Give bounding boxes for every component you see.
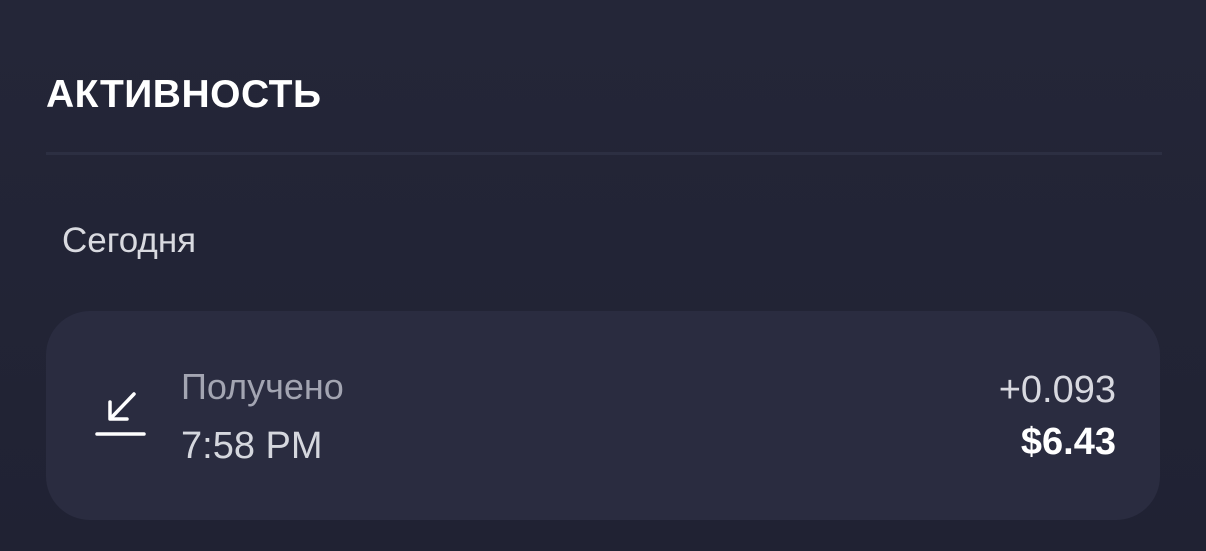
- header-divider: [46, 152, 1162, 155]
- section-date-label: Сегодня: [62, 221, 197, 260]
- receive-arrow-icon: [95, 392, 146, 436]
- transaction-card[interactable]: [46, 311, 1160, 520]
- transaction-type: Получено: [181, 366, 344, 407]
- page-title: АКТИВНОСТЬ: [46, 73, 322, 116]
- transaction-time: 7:58 PM: [181, 425, 323, 467]
- transaction-amount: +0.093: [998, 369, 1116, 411]
- transaction-fiat-value: $6.43: [1020, 421, 1116, 463]
